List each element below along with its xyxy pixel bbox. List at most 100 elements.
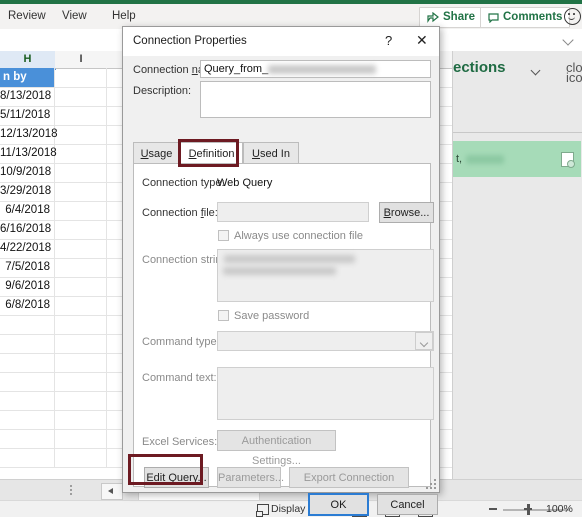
- cell-h-19[interactable]: [0, 429, 55, 448]
- description-label: Description:: [133, 85, 192, 97]
- connection-name-value: Query_from_: [204, 63, 269, 75]
- cell-h-5[interactable]: 10/9/2018: [0, 163, 55, 182]
- tab-usage-rest: sage: [148, 148, 173, 160]
- zoom-out-button[interactable]: [489, 508, 497, 510]
- cell-h-11[interactable]: 9/6/2018: [0, 277, 55, 296]
- cell-i-9[interactable]: [55, 239, 107, 258]
- menu-item-view[interactable]: View: [62, 9, 87, 24]
- chevron-down-icon[interactable]: [530, 65, 541, 76]
- save-password-checkbox[interactable]: [218, 310, 229, 321]
- cell-h-17[interactable]: [0, 391, 55, 410]
- help-icon[interactable]: ?: [385, 33, 392, 48]
- cell-i-7[interactable]: [55, 201, 107, 220]
- tab-usage[interactable]: Usage: [133, 142, 180, 164]
- chevron-down-icon[interactable]: [415, 332, 433, 350]
- always-use-connection-file-checkbox[interactable]: [218, 230, 229, 241]
- connection-file-input[interactable]: [217, 202, 369, 222]
- tab-used-in-rest: sed In: [259, 148, 290, 160]
- cell-i-16[interactable]: [55, 372, 107, 391]
- cell-i-14[interactable]: [55, 334, 107, 353]
- comments-button[interactable]: Comments: [480, 7, 571, 28]
- command-text-label: Command text:: [142, 372, 217, 384]
- cell-i-18[interactable]: [55, 410, 107, 429]
- cell-h-16[interactable]: [0, 372, 55, 391]
- cell-h-6[interactable]: 3/29/2018: [0, 182, 55, 201]
- cell-i-5[interactable]: [55, 163, 107, 182]
- cell-i-15[interactable]: [55, 353, 107, 372]
- connection-properties-dialog: Connection Properties ? ✕ Connection nam…: [122, 26, 440, 516]
- dialog-body: Connection name: Query_from_ Description…: [123, 56, 439, 516]
- cell-h-14[interactable]: [0, 334, 55, 353]
- chevron-down-icon[interactable]: [562, 34, 574, 46]
- tab-used-in[interactable]: Used In: [243, 142, 299, 164]
- connection-list-item-label: t,: [456, 153, 463, 165]
- tab-definition-rest: efinition: [196, 148, 235, 160]
- connection-string-input[interactable]: [217, 249, 434, 302]
- redacted-connection-name: [268, 64, 377, 74]
- cell-i-1[interactable]: [55, 87, 107, 106]
- command-type-label: Command type:: [142, 336, 220, 348]
- cell-h-13[interactable]: [0, 315, 55, 334]
- connection-name-input[interactable]: Query_from_: [200, 60, 431, 78]
- cell-h-3[interactable]: 12/13/2018: [0, 125, 58, 144]
- cell-h-20[interactable]: [0, 448, 55, 467]
- cell-i-11[interactable]: [55, 277, 107, 296]
- sheet-nav-left-icon[interactable]: [101, 483, 123, 500]
- command-type-combobox[interactable]: [217, 331, 434, 351]
- status-bar: Display Settings 100%: [0, 500, 582, 517]
- cancel-button[interactable]: Cancel: [377, 494, 438, 515]
- column-header-i[interactable]: I: [55, 51, 108, 68]
- connection-list-item[interactable]: t,: [453, 141, 581, 177]
- edit-query-button[interactable]: Edit Query...: [144, 467, 209, 488]
- tab-strip: Usage Definition Used In: [133, 142, 431, 164]
- comment-bubble-icon: [488, 12, 499, 23]
- menu-item-help[interactable]: Help: [112, 9, 136, 24]
- cell-h-7[interactable]: 6/4/2018: [0, 201, 55, 220]
- dialog-resize-grip[interactable]: [425, 478, 437, 490]
- definition-panel: Connection type: Web Query Connection fi…: [133, 163, 434, 504]
- dialog-title: Connection Properties: [133, 35, 247, 47]
- cell-i-12[interactable]: [55, 296, 107, 315]
- save-password-label: Save password: [234, 310, 310, 322]
- cell-i-2[interactable]: [55, 106, 107, 125]
- smiley-face-icon[interactable]: [564, 8, 581, 25]
- redacted-connection-name: [466, 154, 505, 164]
- display-settings-icon[interactable]: [256, 504, 269, 517]
- cell-i-3[interactable]: [55, 125, 107, 144]
- cell-h-header[interactable]: n by: [0, 68, 55, 87]
- cell-i-20[interactable]: [55, 448, 107, 467]
- description-input[interactable]: [200, 81, 431, 118]
- close-icon[interactable]: ✕: [416, 33, 428, 47]
- cell-i-10[interactable]: [55, 258, 107, 277]
- sheet-resize-handle[interactable]: [70, 485, 72, 487]
- zoom-level-label[interactable]: 100%: [546, 503, 573, 515]
- cell-h-1[interactable]: 8/13/2018: [0, 87, 55, 106]
- cell-h-10[interactable]: 7/5/2018: [0, 258, 55, 277]
- cell-h-4[interactable]: 11/13/2018: [0, 144, 57, 163]
- share-button[interactable]: Share: [419, 7, 483, 28]
- cell-h-2[interactable]: 5/11/2018: [0, 106, 55, 125]
- dialog-title-bar[interactable]: Connection Properties ? ✕: [123, 27, 439, 56]
- menu-item-review[interactable]: Review: [8, 9, 46, 24]
- cell-h-12[interactable]: 6/8/2018: [0, 296, 55, 315]
- command-text-input[interactable]: [217, 367, 434, 420]
- cell-i-header[interactable]: [55, 68, 107, 87]
- cell-i-17[interactable]: [55, 391, 107, 410]
- close-icon[interactable]: close-icon: [566, 61, 582, 84]
- cell-h-18[interactable]: [0, 410, 55, 429]
- tab-definition[interactable]: Definition: [180, 142, 243, 164]
- cell-i-19[interactable]: [55, 429, 107, 448]
- parameters-button[interactable]: Parameters...: [217, 467, 284, 488]
- zoom-in-button[interactable]: [524, 505, 532, 512]
- cell-i-13[interactable]: [55, 315, 107, 334]
- authentication-settings-button[interactable]: Authentication Settings...: [217, 430, 336, 467]
- ok-button[interactable]: OK: [308, 493, 369, 516]
- cell-h-9[interactable]: 4/22/2018: [0, 239, 55, 258]
- cell-i-6[interactable]: [55, 182, 107, 201]
- cell-i-4[interactable]: [55, 144, 107, 163]
- cell-h-15[interactable]: [0, 353, 55, 372]
- cell-h-8[interactable]: 6/16/2018: [0, 220, 55, 239]
- export-connection-file-button[interactable]: Export Connection File...: [289, 467, 409, 504]
- browse-button[interactable]: Browse...: [379, 202, 434, 223]
- cell-i-8[interactable]: [55, 220, 107, 239]
